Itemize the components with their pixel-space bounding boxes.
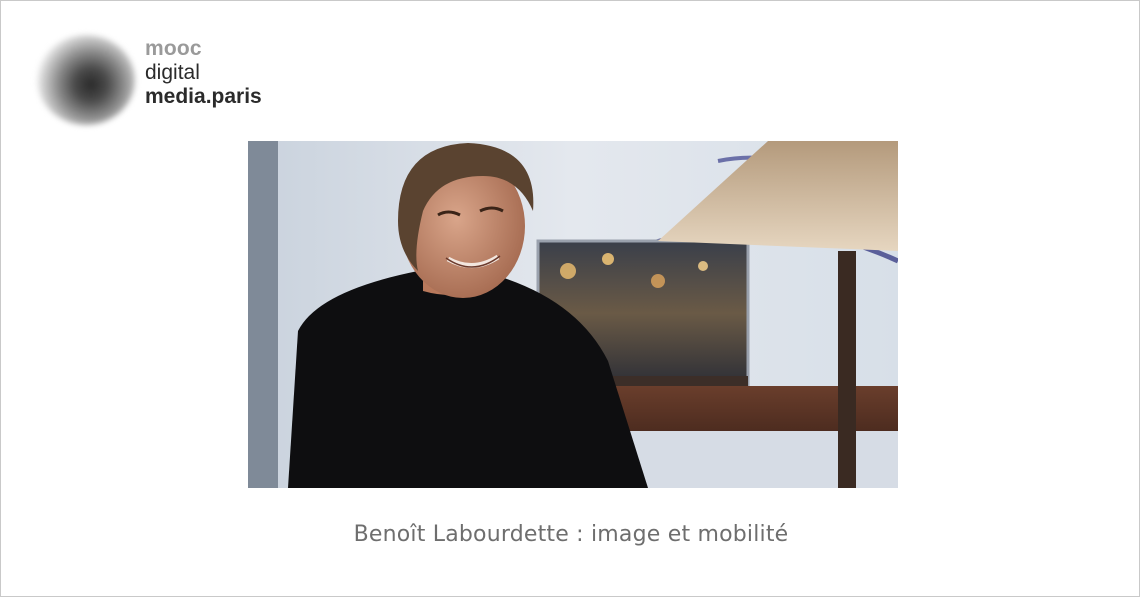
logo-line-digital: digital	[145, 61, 200, 84]
logo-blob-icon	[37, 35, 135, 125]
card-frame: mooc digital media.paris Benoît Labourde…	[0, 0, 1140, 597]
video-thumbnail[interactable]	[248, 141, 898, 488]
interview-still-image	[248, 141, 898, 488]
video-caption[interactable]: Benoît Labourdette : image et mobilité	[1, 522, 1140, 547]
logo-line-mooc: mooc	[145, 37, 202, 60]
logo-wordmark: mooc digital media.paris	[145, 37, 262, 109]
site-logo[interactable]: mooc digital media.paris	[37, 35, 297, 130]
logo-line-media-paris: media.paris	[145, 85, 262, 108]
